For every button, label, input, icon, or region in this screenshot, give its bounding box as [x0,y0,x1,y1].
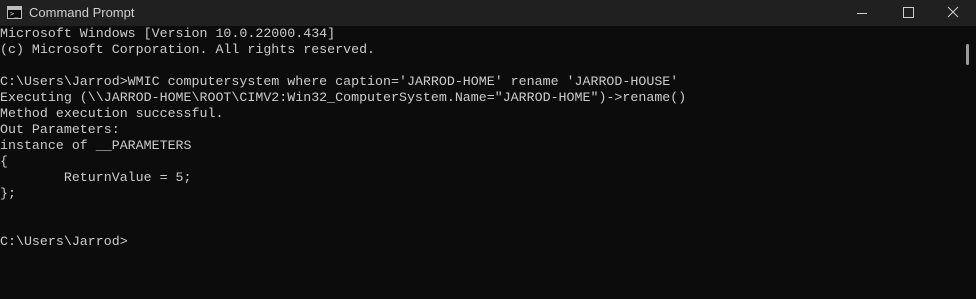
minimize-icon [857,13,867,14]
close-button[interactable] [930,0,976,26]
maximize-icon [903,7,914,18]
scrollbar-thumb[interactable] [966,44,969,65]
vertical-scrollbar[interactable] [962,26,976,299]
console-output[interactable]: Microsoft Windows [Version 10.0.22000.43… [0,26,960,299]
console-line: { [0,154,8,169]
console-line: Out Parameters: [0,122,120,137]
window-title: Command Prompt [29,5,135,20]
console-line: ReturnValue = 5; [0,170,192,185]
title-bar[interactable]: >_ Command Prompt [0,0,976,26]
maximize-button[interactable] [885,0,931,26]
cmd-prompt-icon[interactable]: >_ [7,6,22,19]
console-line: Microsoft Windows [Version 10.0.22000.43… [0,26,336,41]
console-line: Method execution successful. [0,106,224,121]
console-line: Executing (\\JARROD-HOME\ROOT\CIMV2:Win3… [0,90,687,105]
console-line: (c) Microsoft Corporation. All rights re… [0,42,376,57]
console-line: instance of __PARAMETERS [0,138,192,153]
minimize-button[interactable] [839,0,885,26]
console-line: C:\Users\Jarrod>WMIC computersystem wher… [0,74,679,89]
close-icon [947,6,959,18]
command-prompt-window: >_ Command Prompt Microsoft Windows [Ver… [0,0,976,299]
command-prompt-line[interactable]: C:\Users\Jarrod> [0,234,960,250]
console-line: }; [0,186,16,201]
